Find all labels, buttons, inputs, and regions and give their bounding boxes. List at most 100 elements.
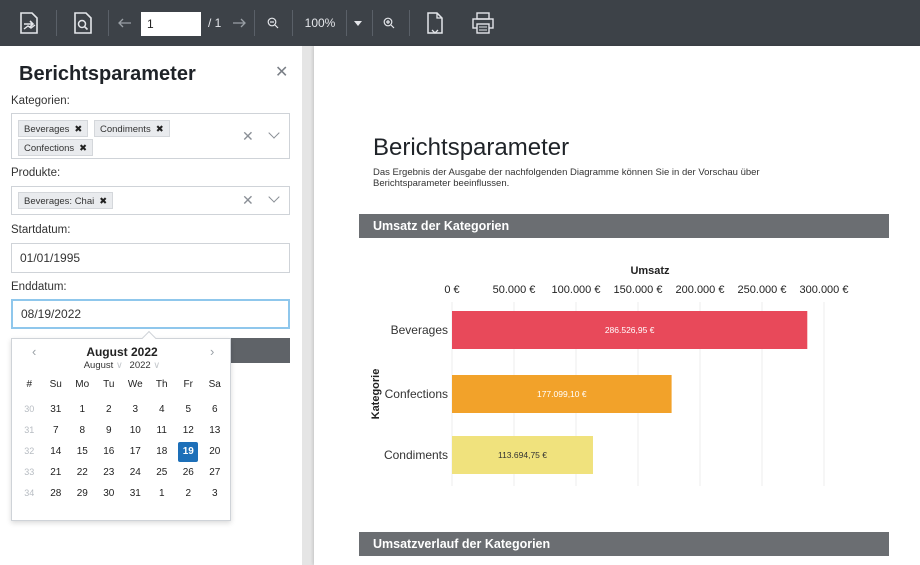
calendar-day[interactable]: 23 xyxy=(96,462,123,483)
clear-icon[interactable]: ✕ xyxy=(242,192,254,209)
calendar-day[interactable]: 15 xyxy=(69,441,96,462)
panel-title: Berichtsparameter xyxy=(19,63,196,85)
section-header-umsatz: Umsatz der Kategorien xyxy=(359,214,889,238)
weekday-header: We xyxy=(127,379,143,390)
zoom-level[interactable]: 100% xyxy=(300,0,340,46)
calendar-day[interactable]: 25 xyxy=(149,462,176,483)
calendar-day[interactable]: 7 xyxy=(43,420,70,441)
toolbar: / 1 100% xyxy=(0,0,920,46)
x-tick-label: 50.000 € xyxy=(493,284,536,296)
calendar-day[interactable]: 4 xyxy=(149,399,176,420)
chevron-down-icon[interactable] xyxy=(268,191,280,203)
calendar-day[interactable]: 22 xyxy=(69,462,96,483)
enddatum-input[interactable] xyxy=(11,299,290,329)
calendar-day[interactable]: 13 xyxy=(202,420,229,441)
calendar-day[interactable]: 29 xyxy=(69,483,96,504)
date-picker: ‹ › August 2022 August ∨ 2022 ∨ # Su Mo Tu W… xyxy=(11,338,231,521)
calendar-day[interactable]: 1 xyxy=(149,483,176,504)
zoom-in-icon[interactable] xyxy=(378,0,400,46)
calendar-day[interactable]: 27 xyxy=(202,462,229,483)
arrow-right-icon[interactable] xyxy=(230,0,248,46)
tag-beverages-chai: Beverages: Chai ✖ xyxy=(18,192,114,209)
report-title: Berichtsparameter xyxy=(373,134,570,161)
weekday-header: Su xyxy=(49,379,62,390)
zoom-out-icon[interactable] xyxy=(262,0,284,46)
week-number: 33 xyxy=(24,467,35,477)
remove-tag-icon[interactable]: ✖ xyxy=(74,124,82,135)
calendar-day[interactable]: 30 xyxy=(96,483,123,504)
calendar-day[interactable]: 14 xyxy=(43,441,70,462)
page-number-input[interactable] xyxy=(141,12,201,36)
calendar-header-row: # Su Mo Tu We Th Fr Sa xyxy=(16,374,228,395)
calendar-day[interactable]: 10 xyxy=(122,420,149,441)
calendar-day[interactable]: 20 xyxy=(202,441,229,462)
week-number: 32 xyxy=(24,446,35,456)
category-label: Condiments xyxy=(384,448,448,462)
calendar-day[interactable]: 5 xyxy=(175,399,202,420)
calendar-day[interactable]: 11 xyxy=(149,420,176,441)
x-tick-label: 200.000 € xyxy=(676,284,725,296)
x-tick-label: 0 € xyxy=(444,284,459,296)
clear-icon[interactable]: ✕ xyxy=(242,128,254,145)
remove-tag-icon[interactable]: ✖ xyxy=(79,143,87,154)
calendar-day[interactable]: 28 xyxy=(43,483,70,504)
calendar-day[interactable]: 31 xyxy=(122,483,149,504)
chart-title: Umsatz xyxy=(630,265,670,277)
calendar-day[interactable]: 12 xyxy=(175,420,202,441)
x-tick-label: 100.000 € xyxy=(552,284,601,296)
close-icon[interactable]: ✕ xyxy=(275,62,288,82)
remove-tag-icon[interactable]: ✖ xyxy=(99,196,107,207)
calendar-day[interactable]: 2 xyxy=(175,483,202,504)
dropdown-icon[interactable] xyxy=(350,0,366,46)
arrow-left-icon[interactable] xyxy=(113,0,137,46)
section-header-umsatzverlauf: Umsatzverlauf der Kategorien xyxy=(359,532,889,556)
month-select[interactable]: August xyxy=(84,360,114,371)
startdatum-label: Startdatum: xyxy=(11,224,71,236)
kategorien-label: Kategorien: xyxy=(11,95,70,107)
weekday-header: Th xyxy=(155,379,168,390)
page-total: / 1 xyxy=(208,16,222,30)
calendar-day[interactable]: 2 xyxy=(96,399,123,420)
calendar-day[interactable]: 9 xyxy=(96,420,123,441)
produkte-multiselect[interactable]: Beverages: Chai ✖ ✕ xyxy=(11,186,290,215)
enddatum-label: Enddatum: xyxy=(11,281,67,293)
tag-beverages: Beverages ✖ xyxy=(18,120,89,137)
x-tick-label: 300.000 € xyxy=(800,284,849,296)
week-number: 31 xyxy=(24,425,35,435)
weekday-header: Tu xyxy=(103,379,115,390)
weekday-header: Sa xyxy=(208,379,221,390)
parameter-panel: Berichtsparameter ✕ Kategorien: Beverage… xyxy=(0,46,302,565)
startdatum-input[interactable] xyxy=(11,243,290,273)
calendar-day[interactable]: 24 xyxy=(122,462,149,483)
calendar-day[interactable]: 6 xyxy=(202,399,229,420)
calendar-day[interactable]: 17 xyxy=(122,441,149,462)
chevron-down-icon[interactable] xyxy=(268,127,280,139)
calendar-day[interactable]: 16 xyxy=(96,441,123,462)
calendar-day[interactable]: 3 xyxy=(202,483,229,504)
kategorien-multiselect[interactable]: Beverages ✖ Condiments ✖ Confections ✖ ✕ xyxy=(11,113,290,159)
category-label: Confections xyxy=(385,387,448,401)
produkte-label: Produkte: xyxy=(11,167,61,179)
search-doc-icon[interactable] xyxy=(68,0,98,46)
year-select[interactable]: 2022 xyxy=(130,360,151,371)
calendar-day[interactable]: 31 xyxy=(43,399,70,420)
print-icon[interactable] xyxy=(466,0,500,46)
calendar-day[interactable]: 3 xyxy=(122,399,149,420)
remove-tag-icon[interactable]: ✖ xyxy=(156,124,164,135)
calendar-days: 30 31 1 2 3 4 5 6 31 7 8 9 10 11 12 13 32 14 15 16 17 18 19 20 3… xyxy=(16,399,228,504)
export-icon[interactable] xyxy=(14,0,44,46)
calendar-day[interactable]: 26 xyxy=(175,462,202,483)
data-label: 177.099,10 € xyxy=(537,389,587,399)
weekday-header: Mo xyxy=(75,379,90,390)
week-number: 30 xyxy=(24,404,35,414)
calendar-day[interactable]: 8 xyxy=(69,420,96,441)
calendar-day[interactable]: 18 xyxy=(149,441,176,462)
document-icon[interactable] xyxy=(420,0,450,46)
y-axis-label: Kategorie xyxy=(370,369,382,420)
data-label: 286.526,95 € xyxy=(605,325,655,335)
calendar-day[interactable]: 21 xyxy=(43,462,70,483)
calendar-day[interactable]: 1 xyxy=(69,399,96,420)
weekday-header: # xyxy=(26,379,33,390)
calendar-day-selected[interactable]: 19 xyxy=(175,441,202,462)
week-number: 34 xyxy=(24,488,35,498)
